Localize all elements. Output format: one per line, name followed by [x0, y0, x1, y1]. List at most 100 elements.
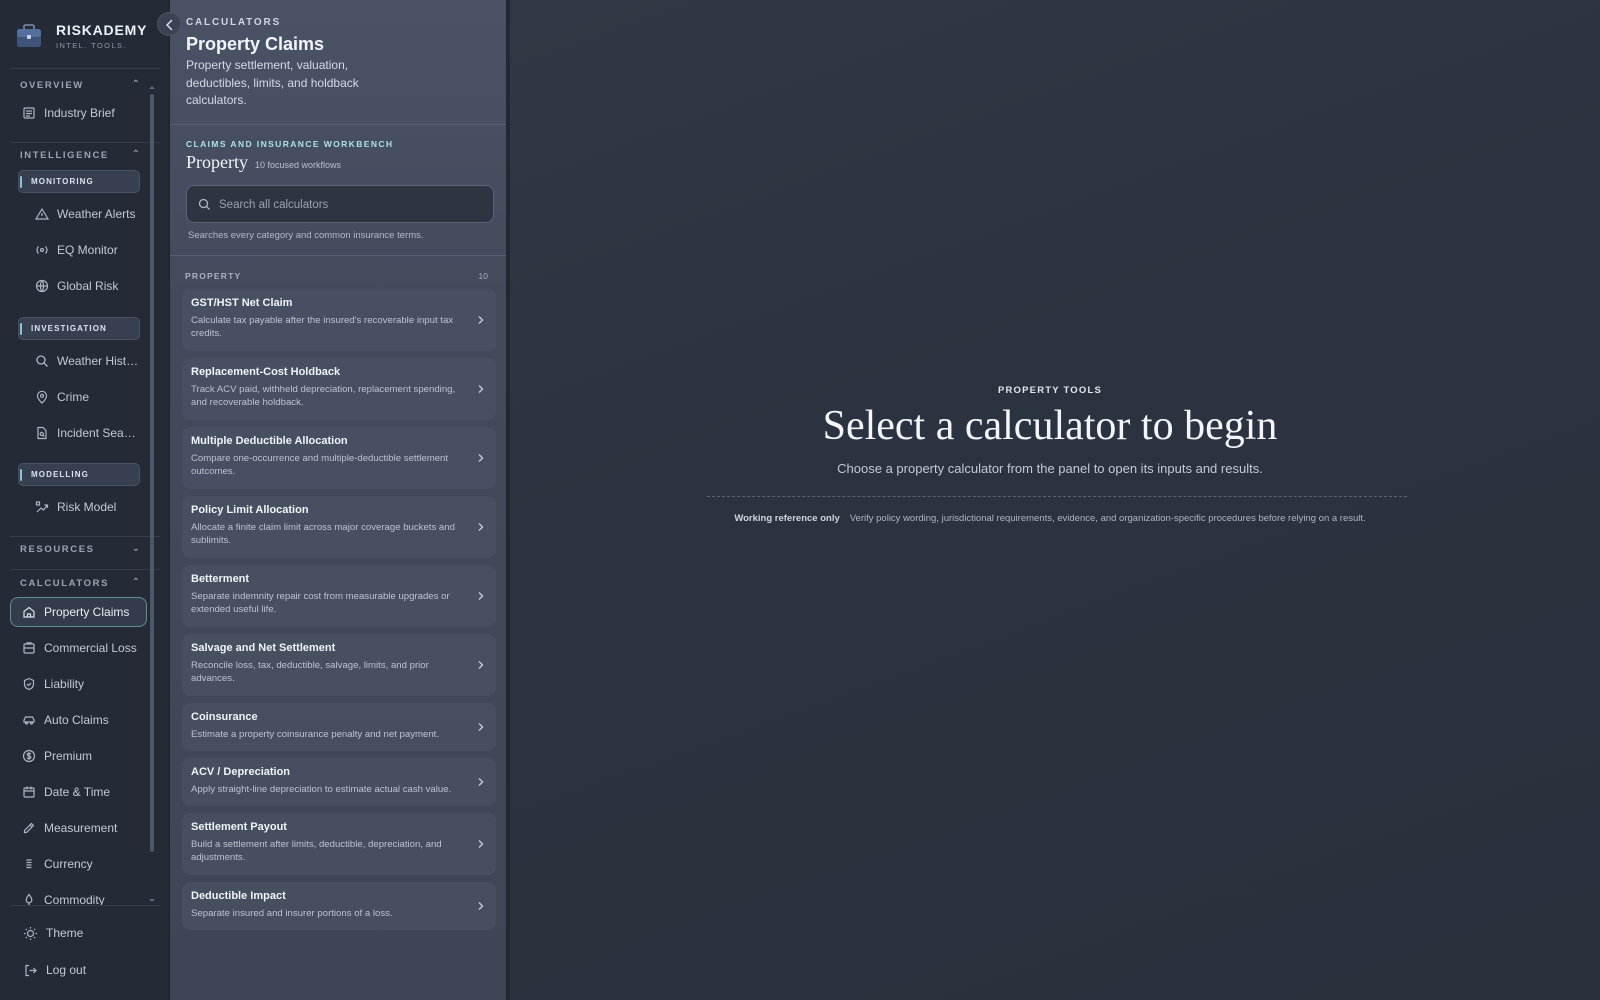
sidebar: RISKADEMY INTEL. TOOLS. OVERVIEW ⌃ Indus… [0, 0, 170, 1000]
sidebar-item-label: Risk Model [57, 500, 117, 514]
calculator-item-acv-depreciation[interactable]: ACV / Depreciation Apply straight-line d… [182, 758, 496, 806]
sidebar-item-measurement[interactable]: Measurement [10, 813, 147, 843]
search-icon [198, 198, 211, 211]
warning-icon [35, 207, 49, 221]
chevron-up-icon: ⌃ [131, 149, 140, 160]
theme-toggle[interactable]: Theme [10, 918, 160, 948]
divider [10, 905, 160, 906]
file-search-icon [35, 426, 49, 440]
sidebar-item-label: Premium [44, 749, 93, 763]
sidebar-item-label: Measurement [44, 821, 118, 835]
dashed-divider [707, 496, 1407, 497]
workbench-count: 10 focused workflows [255, 160, 342, 170]
chevron-up-icon: ⌃ [131, 79, 140, 90]
calculator-title: Salvage and Net Settlement [191, 642, 336, 654]
calculator-item-gst-hst[interactable]: GST/HST Net Claim Calculate tax payable … [182, 289, 496, 351]
sidebar-item-label: Global Risk [57, 279, 119, 293]
sidebar-item-weather-history[interactable]: Weather Hist… [10, 346, 147, 376]
search-input[interactable] [219, 195, 479, 215]
calculator-item-replacement-cost[interactable]: Replacement-Cost Holdback Track ACV paid… [182, 358, 496, 420]
sidebar-item-global-risk[interactable]: Global Risk [10, 271, 147, 301]
scroll-up-arrow-icon[interactable] [149, 86, 155, 89]
calculator-item-settlement-payout[interactable]: Settlement Payout Build a settlement aft… [182, 813, 496, 875]
chevron-right-icon [478, 902, 484, 910]
section-label: INTELLIGENCE [20, 150, 109, 161]
divider [10, 569, 160, 570]
divider [170, 124, 506, 125]
brand[interactable]: RISKADEMY INTEL. TOOLS. [16, 22, 166, 52]
reference-note-text: Verify policy wording, jurisdictional re… [849, 513, 1366, 524]
section-overview[interactable]: OVERVIEW ⌃ [20, 79, 140, 91]
calculator-title: Deductible Impact [191, 890, 286, 902]
group-accent-bar [20, 323, 22, 335]
calculator-item-policy-limit[interactable]: Policy Limit Allocation Allocate a finit… [182, 496, 496, 558]
chevron-right-icon [478, 385, 484, 393]
sidebar-item-commodity[interactable]: Commodity [10, 885, 147, 906]
calculator-item-betterment[interactable]: Betterment Separate indemnity repair cos… [182, 565, 496, 627]
sidebar-item-date-time[interactable]: Date & Time [10, 777, 147, 807]
section-intelligence[interactable]: INTELLIGENCE ⌃ [20, 149, 140, 161]
sidebar-item-currency[interactable]: Currency [10, 849, 147, 879]
group-investigation[interactable]: INVESTIGATION [18, 317, 140, 340]
reference-note: Working reference only Verify policy word… [510, 513, 1590, 524]
group-label: INVESTIGATION [31, 324, 107, 333]
calculator-title: Replacement-Cost Holdback [191, 366, 341, 378]
section-resources[interactable]: RESOURCES ⌄ [20, 543, 140, 555]
calculator-search[interactable] [186, 185, 494, 223]
sidebar-item-auto-claims[interactable]: Auto Claims [10, 705, 147, 735]
calculator-item-coinsurance[interactable]: Coinsurance Estimate a property coinsura… [182, 703, 496, 751]
scroll-down-arrow-icon[interactable] [149, 899, 155, 902]
calculator-title: Policy Limit Allocation [191, 504, 309, 516]
sidebar-item-liability[interactable]: Liability [10, 669, 147, 699]
sidebar-item-label: Auto Claims [44, 713, 109, 727]
chevron-right-icon [478, 840, 484, 848]
sidebar-item-label: Weather Hist… [57, 354, 139, 368]
workbench-title: Property [186, 152, 248, 172]
collapse-sidebar-button[interactable] [157, 12, 181, 36]
main-eyebrow: PROPERTY TOOLS [997, 385, 1103, 396]
panel-eyebrow: CALCULATORS [186, 17, 281, 28]
calculator-description: Reconcile loss, tax, deductible, salvage… [191, 660, 429, 684]
sidebar-item-eq-monitor[interactable]: EQ Monitor [10, 235, 147, 265]
group-monitoring[interactable]: MONITORING [18, 170, 140, 193]
brand-tagline: INTEL. TOOLS. [56, 41, 127, 50]
sidebar-item-label: Commercial Loss [44, 641, 137, 655]
reference-note-label: Working reference only [734, 513, 840, 524]
panel-description: Property settlement, valuation, deductib… [186, 58, 359, 107]
calculator-description: Estimate a property coinsurance penalty … [191, 729, 439, 740]
group-accent-bar [20, 469, 22, 481]
category-label: PROPERTY [185, 271, 242, 281]
sidebar-item-risk-model[interactable]: Risk Model [10, 492, 147, 522]
sidebar-item-premium[interactable]: Premium [10, 741, 147, 771]
sidebar-item-label: Incident Sea… [57, 426, 136, 440]
section-calculators[interactable]: CALCULATORS ⌃ [20, 577, 140, 589]
chevron-right-icon [478, 661, 484, 669]
sidebar-item-property-claims[interactable]: Property Claims [10, 597, 147, 627]
calculator-description: Calculate tax payable after the insured'… [191, 315, 454, 339]
calculator-description: Separate indemnity repair cost from meas… [191, 591, 450, 615]
calculator-item-multiple-deductible[interactable]: Multiple Deductible Allocation Compare o… [182, 427, 496, 489]
house-icon [22, 605, 36, 619]
sidebar-scrollbar[interactable] [150, 94, 154, 852]
shield-icon [22, 677, 36, 691]
workbench-eyebrow: CLAIMS AND INSURANCE WORKBENCH [186, 139, 394, 149]
sidebar-item-incident-search[interactable]: Incident Sea… [10, 418, 147, 448]
chevron-right-icon [478, 454, 484, 462]
sidebar-item-commercial-loss[interactable]: Commercial Loss [10, 633, 147, 663]
group-modelling[interactable]: MODELLING [18, 463, 140, 486]
calculator-title: Coinsurance [191, 711, 258, 723]
logout-button[interactable]: Log out [10, 955, 160, 985]
sidebar-item-industry-brief[interactable]: Industry Brief [10, 98, 147, 128]
calculator-description: Separate insured and insurer portions of… [191, 908, 393, 919]
calculator-item-deductible-impact[interactable]: Deductible Impact Separate insured and i… [182, 882, 496, 930]
calculator-title: ACV / Depreciation [191, 766, 291, 778]
sidebar-item-crime[interactable]: Crime [10, 382, 147, 412]
calculator-item-salvage[interactable]: Salvage and Net Settlement Reconcile los… [182, 634, 496, 696]
chevron-left-icon [165, 19, 173, 31]
sun-icon [23, 926, 38, 941]
car-icon [22, 713, 36, 727]
calculator-description: Compare one-occurrence and multiple-dedu… [191, 453, 449, 477]
main-content: PROPERTY TOOLS Select a calculator to be… [510, 0, 1600, 1000]
section-label: CALCULATORS [20, 578, 110, 589]
sidebar-item-weather-alerts[interactable]: Weather Alerts [10, 199, 147, 229]
